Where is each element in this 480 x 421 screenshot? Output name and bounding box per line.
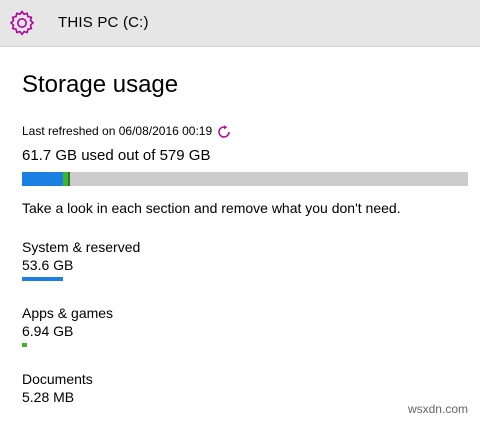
usage-segment-other: [68, 172, 70, 186]
category-label: System & reserved: [22, 239, 141, 255]
usage-summary: 61.7 GB used out of 579 GB: [22, 147, 211, 164]
category-system-reserved[interactable]: System & reserved 53.6 GB: [22, 238, 140, 281]
category-apps-games[interactable]: Apps & games 6.94 GB: [22, 304, 113, 347]
watermark-text: wsxdn.com: [407, 402, 468, 416]
header-bar: THIS PC (C:): [0, 0, 480, 47]
hint-text: Take a look in each section and remove w…: [22, 200, 401, 216]
storage-usage-bar: [22, 172, 468, 186]
drive-title: THIS PC (C:): [58, 14, 149, 31]
page-title: Storage usage: [22, 71, 179, 98]
category-bar: [22, 343, 27, 347]
gear-icon[interactable]: [7, 8, 37, 38]
category-size: 53.6 GB: [22, 257, 74, 273]
category-label: Apps & games: [22, 305, 114, 321]
category-documents[interactable]: Documents 5.28 MB: [22, 370, 93, 406]
last-refreshed-text: Last refreshed on 06/08/2016 00:19: [22, 124, 213, 138]
refresh-icon[interactable]: [216, 124, 232, 140]
usage-segment-system: [22, 172, 63, 186]
category-bar: [22, 277, 63, 281]
category-label: Documents: [22, 371, 93, 387]
category-size: 6.94 GB: [22, 323, 74, 339]
category-size: 5.28 MB: [22, 389, 75, 405]
